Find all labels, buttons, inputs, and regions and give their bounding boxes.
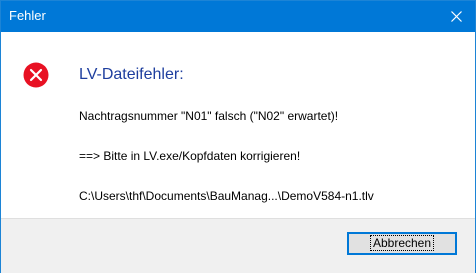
error-heading: LV-Dateifehler: — [79, 66, 184, 83]
message-line-1: Nachtragsnummer "N01" falsch ("N02" erwa… — [79, 109, 339, 123]
button-bar: Abbrechen — [1, 218, 475, 273]
error-dialog: Fehler LV-Dateifehler: Nachtragsnummer "… — [0, 0, 476, 273]
title-bar[interactable]: Fehler — [1, 1, 475, 32]
message-line-2: ==> Bitte in LV.exe/Kopfdaten korrigiere… — [79, 149, 301, 163]
dialog-content: LV-Dateifehler: Nachtragsnummer "N01" fa… — [1, 32, 475, 218]
file-path-text: C:\Users\thf\Documents\BauManag...\DemoV… — [79, 189, 374, 203]
cancel-button[interactable]: Abbrechen — [347, 232, 457, 255]
cancel-button-label: Abbrechen — [369, 235, 435, 251]
error-icon — [23, 62, 49, 88]
close-icon — [451, 11, 462, 22]
window-title: Fehler — [9, 8, 46, 23]
close-button[interactable] — [437, 1, 475, 32]
